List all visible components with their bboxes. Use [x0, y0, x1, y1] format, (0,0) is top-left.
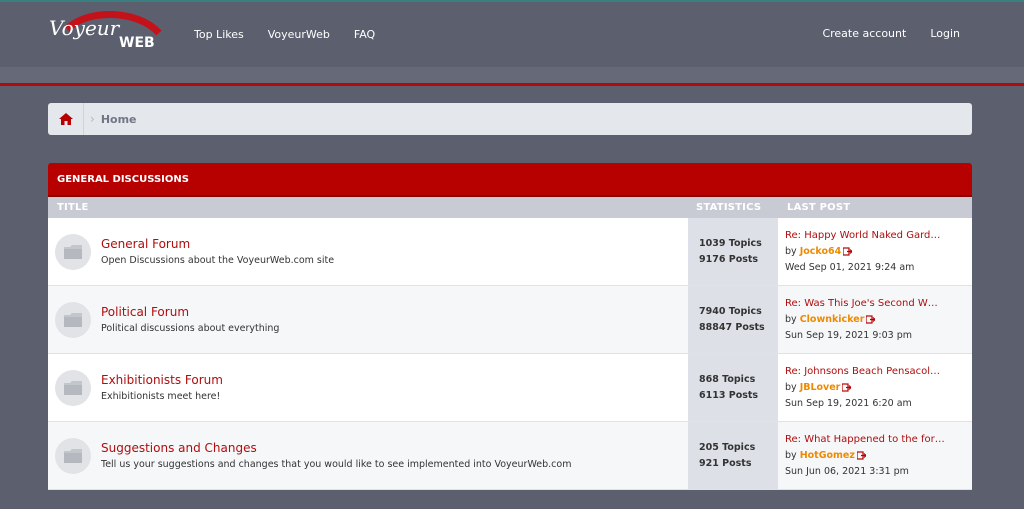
last-post-user-link[interactable]: Jocko64 [800, 246, 842, 257]
folder-icon [55, 437, 91, 474]
forum-name-link[interactable]: General Forum [101, 237, 334, 251]
login-link[interactable]: Login [930, 27, 960, 40]
column-header: TITLE STATISTICS LAST POST [48, 197, 972, 218]
last-post-cell: Re: Johnsons Beach Pensacol… by JBLover … [778, 354, 972, 421]
forum-stats: 1039 Topics 9176 Posts [688, 218, 778, 285]
forum-title-cell: Political Forum Political discussions ab… [48, 286, 688, 353]
header-red-line [0, 83, 1024, 86]
forum-row: General Forum Open Discussions about the… [48, 218, 972, 286]
column-last-post: LAST POST [787, 202, 851, 213]
posts-count: 6113 Posts [699, 389, 759, 401]
site-logo[interactable]: Voyeur WEB [47, 11, 172, 51]
last-post-title-link[interactable]: Re: What Happened to the for… [785, 432, 972, 448]
posts-count: 88847 Posts [699, 321, 765, 333]
last-post-title-link[interactable]: Re: Happy World Naked Gard… [785, 228, 972, 244]
home-button[interactable] [48, 103, 84, 135]
breadcrumb-home[interactable]: Home [101, 113, 137, 126]
forum-title-cell: Exhibitionists Forum Exhibitionists meet… [48, 354, 688, 421]
forum-category: GENERAL DISCUSSIONS TITLE STATISTICS LAS… [48, 163, 972, 490]
forum-name-link[interactable]: Suggestions and Changes [101, 441, 571, 455]
forum-stats: 868 Topics 6113 Posts [688, 354, 778, 421]
last-post-title-link[interactable]: Re: Was This Joe's Second W… [785, 296, 972, 312]
topics-count: 205 Topics [699, 441, 756, 453]
column-statistics: STATISTICS [696, 202, 762, 213]
last-post-cell: Re: What Happened to the for… by HotGome… [778, 422, 972, 489]
main-nav: Top Likes VoyeurWeb FAQ [194, 28, 399, 41]
last-post-user-link[interactable]: JBLover [800, 382, 841, 393]
forum-stats: 205 Topics 921 Posts [688, 422, 778, 489]
by-label: by [785, 449, 797, 461]
forum-description: Tell us your suggestions and changes tha… [101, 459, 572, 470]
last-post-date: Wed Sep 01, 2021 9:24 am [785, 261, 915, 273]
forum-title-cell: Suggestions and Changes Tell us your sug… [48, 422, 688, 489]
last-post-cell: Re: Was This Joe's Second W… by Clownkic… [778, 286, 972, 353]
column-title: TITLE [57, 202, 89, 213]
last-post-cell: Re: Happy World Naked Gard… by Jocko64 W… [778, 218, 972, 285]
goto-post-icon[interactable] [843, 246, 853, 256]
forum-row: Suggestions and Changes Tell us your sug… [48, 422, 972, 490]
by-label: by [785, 245, 797, 257]
last-post-date: Sun Sep 19, 2021 9:03 pm [785, 329, 912, 341]
nav-voyeurweb[interactable]: VoyeurWeb [268, 28, 330, 41]
last-post-title-link[interactable]: Re: Johnsons Beach Pensacol… [785, 364, 972, 380]
goto-post-icon[interactable] [866, 314, 876, 324]
forum-description: Open Discussions about the VoyeurWeb.com… [101, 255, 335, 266]
forum-description: Political discussions about everything [101, 323, 280, 334]
folder-icon [55, 301, 91, 338]
forum-stats: 7940 Topics 88847 Posts [688, 286, 778, 353]
last-post-date: Sun Sep 19, 2021 6:20 am [785, 397, 912, 409]
posts-count: 921 Posts [699, 457, 752, 469]
breadcrumb: › Home [48, 103, 972, 135]
topics-count: 868 Topics [699, 373, 756, 385]
category-title[interactable]: GENERAL DISCUSSIONS [48, 163, 972, 197]
forum-title-cell: General Forum Open Discussions about the… [48, 218, 688, 285]
posts-count: 9176 Posts [699, 253, 759, 265]
goto-post-icon[interactable] [842, 382, 852, 392]
topics-count: 7940 Topics [699, 305, 762, 317]
last-post-user-link[interactable]: HotGomez [800, 450, 855, 461]
chevron-right-icon: › [90, 112, 95, 126]
by-label: by [785, 313, 797, 325]
forum-description: Exhibitionists meet here! [101, 391, 221, 402]
logo-text-voyeur: Voyeur [49, 16, 121, 40]
forum-name-link[interactable]: Exhibitionists Forum [101, 373, 223, 387]
last-post-date: Sun Jun 06, 2021 3:31 pm [785, 465, 909, 477]
folder-icon [55, 369, 91, 406]
forum-row: Political Forum Political discussions ab… [48, 286, 972, 354]
navbar: Voyeur WEB Top Likes VoyeurWeb FAQ Creat… [0, 2, 1024, 68]
logo-text-web: WEB [119, 35, 155, 51]
nav-top-likes[interactable]: Top Likes [194, 28, 244, 41]
forum-name-link[interactable]: Political Forum [101, 305, 279, 319]
home-icon [58, 113, 73, 125]
forum-row: Exhibitionists Forum Exhibitionists meet… [48, 354, 972, 422]
topics-count: 1039 Topics [699, 237, 762, 249]
folder-icon [55, 233, 91, 270]
account-nav: Create account Login [798, 27, 960, 40]
goto-post-icon[interactable] [856, 450, 866, 460]
nav-faq[interactable]: FAQ [354, 28, 375, 41]
by-label: by [785, 381, 797, 393]
logo-graphic: Voyeur WEB [49, 11, 162, 51]
last-post-user-link[interactable]: Clownkicker [800, 314, 865, 325]
create-account-link[interactable]: Create account [822, 27, 906, 40]
